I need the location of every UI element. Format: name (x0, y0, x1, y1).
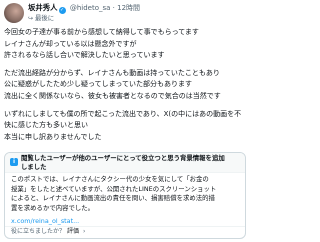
post-body-line: 今回女の子達が事る前から感想して納得して事でもらってます (4, 28, 199, 36)
post-body-line: 流出に全く関係ないなら、彼女も被害者となるので気合のは当然です (4, 91, 221, 100)
community-note-body: このポストでは、レイナさんにタクシー代の少女を気にして「お金の 授業」をしたと述… (11, 175, 241, 213)
note-body-line: 置を求めるかで内容でした。 (11, 203, 95, 212)
note-title-line: 閲覧したユーザーが他のユーザーにとって役立つと思う背景情報を追加 (21, 154, 225, 162)
author-name-row: 坂井秀人 ✓ @hideto_sa · 12時間 (28, 2, 246, 14)
post-body: 今回女の子達が事る前から感想して納得して事でもらってます レイナさんが却っている… (4, 27, 248, 143)
chevron-right-icon[interactable]: › (83, 228, 85, 235)
post-body-line: いずれにしましても僕の所で起こった流出であり、X(の中にはあの動画を不 (4, 109, 242, 118)
note-title-line: しました (21, 162, 47, 171)
post-body-line: ただ流出経路が分からず、レイナさんも動画は持っていたこともあり (4, 68, 220, 77)
author-avatar[interactable] (4, 3, 24, 23)
note-body-line: によると、レイナさんに動画流出の責任を問い、損害賠償を求め法的措 (11, 194, 215, 203)
note-body-line: このポストでは、レイナさんにタクシー代の少女を気にして「お金の (11, 175, 209, 183)
community-note-source-link[interactable]: x.com/reina_ol_stat... (11, 217, 79, 226)
post-card: 坂井秀人 ✓ @hideto_sa · 12時間 ↪ 最後に 今回女の子達が事る前か… (0, 0, 250, 242)
verified-badge-icon: ✓ (58, 7, 66, 14)
separator-dot: · (112, 4, 115, 12)
helpful-prompt: 役に立ちましたか？ (11, 228, 66, 235)
post-body-line: 本当に申し訳ありませんでした (4, 132, 102, 141)
note-body-line: 授業」をしたと述べていますが、公開されたLINEのスクリーンショット (11, 184, 217, 193)
author-display-name[interactable]: 坂井秀人 (28, 3, 58, 12)
post-body-line: 公に疑惑がしたため少し疑ってしまっていた部分もあります (4, 80, 193, 89)
community-note-header: i 閲覧したユーザーが他のユーザーにとって役立つと思う背景情報を追加 しました (5, 153, 245, 173)
reply-arrow-icon: ↪ (28, 15, 34, 22)
community-note-title: 閲覧したユーザーが他のユーザーにとって役立つと思う背景情報を追加 しました (21, 154, 241, 171)
community-note: i 閲覧したユーザーが他のユーザーにとって役立つと思う背景情報を追加 しました … (4, 152, 246, 239)
post-body-line: 快に感じた方も多いと思い (4, 121, 88, 130)
post-body-line: レイナさんが却っている以は懸念外ですが (4, 39, 137, 48)
rate-note-link[interactable]: 評価 (67, 228, 79, 235)
post-body-line: 許されるなら話し合いで解決したいと思っています (4, 51, 165, 60)
reply-context: ↪ 最後に (28, 13, 54, 23)
reply-to-text: 最後に (35, 14, 55, 22)
author-handle[interactable]: @hideto_sa (70, 4, 111, 12)
post-timestamp[interactable]: 12時間 (117, 4, 140, 12)
community-note-footer: 役に立ちましたか？ 評価 › (11, 227, 241, 237)
community-notes-icon: i (10, 158, 18, 166)
post-header: 坂井秀人 ✓ @hideto_sa · 12時間 ↪ 最後に (4, 2, 246, 26)
